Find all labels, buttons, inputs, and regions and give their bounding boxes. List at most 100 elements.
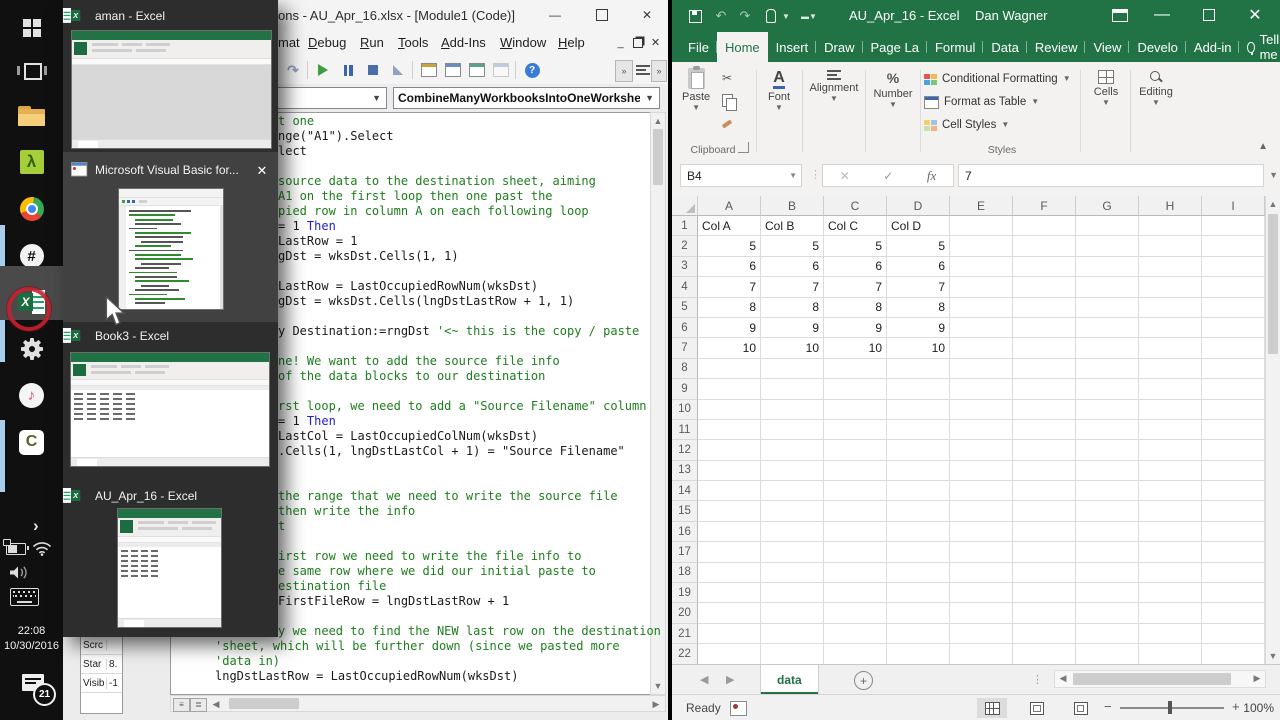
select-all-corner[interactable] (672, 196, 698, 216)
column-header-a[interactable]: A (698, 196, 761, 216)
scroll-down-icon[interactable]: ▼ (651, 681, 665, 691)
cell-F16[interactable] (1013, 521, 1076, 543)
cell-E5[interactable] (950, 297, 1013, 318)
vbe-close-button[interactable]: ✕ (627, 1, 667, 28)
paste-button[interactable]: Paste ▼ (682, 66, 710, 112)
cell-F9[interactable] (1013, 379, 1076, 400)
vbe-vertical-scrollbar[interactable]: ▲ ▼ (650, 112, 666, 695)
cell-F10[interactable] (1013, 399, 1076, 420)
cell-E14[interactable] (950, 481, 1013, 502)
vbe-minimize-button[interactable]: — (535, 1, 575, 28)
tab-review[interactable]: Review (1027, 32, 1086, 62)
cell-C22[interactable] (824, 644, 887, 665)
zoom-out-icon[interactable]: − (1104, 699, 1112, 714)
cell-A4[interactable]: 7 (698, 277, 761, 298)
indent-icon[interactable] (633, 61, 653, 79)
cell-B18[interactable] (761, 562, 824, 584)
window-thumbnail[interactable] (71, 30, 272, 149)
cell-F12[interactable] (1013, 440, 1076, 461)
cell-C9[interactable] (824, 379, 887, 400)
taskbar-icon-start[interactable] (0, 6, 63, 50)
cell-I8[interactable] (1202, 358, 1265, 380)
cell-H22[interactable] (1139, 644, 1202, 665)
cell-C11[interactable] (824, 419, 887, 441)
column-header-e[interactable]: E (950, 196, 1013, 216)
cell-D4[interactable]: 7 (887, 277, 950, 298)
property-row[interactable]: Star 8. (81, 655, 122, 674)
cell-H17[interactable] (1139, 542, 1202, 563)
cell-E9[interactable] (950, 379, 1013, 400)
cell-I16[interactable] (1202, 521, 1265, 543)
design-mode-icon[interactable] (388, 61, 408, 79)
cell-B1[interactable]: Col B (761, 216, 824, 237)
cell-C12[interactable] (824, 440, 887, 461)
conditional-formatting-button[interactable]: Conditional Formatting ▼ (924, 68, 1071, 90)
cell-A15[interactable] (698, 501, 761, 522)
cell-C7[interactable]: 10 (824, 338, 887, 359)
grid-vertical-scrollbar[interactable]: ▲ ▼ (1265, 196, 1280, 664)
expand-formula-bar-icon[interactable]: ▼ (1269, 170, 1278, 180)
cell-B6[interactable]: 9 (761, 317, 824, 339)
tray-volume-icon[interactable] (8, 564, 30, 581)
tab-develo[interactable]: Develo (1129, 32, 1187, 62)
docked-toolbar-overflow-icon[interactable]: » (651, 60, 667, 82)
cell-F13[interactable] (1013, 460, 1076, 482)
cell-B16[interactable] (761, 521, 824, 543)
menu-item-window[interactable]: Window (500, 35, 546, 50)
cell-H11[interactable] (1139, 419, 1202, 441)
cell-F19[interactable] (1013, 583, 1076, 604)
cell-H2[interactable] (1139, 236, 1202, 257)
cell-G7[interactable] (1076, 338, 1139, 359)
cell-B8[interactable] (761, 358, 824, 380)
cell-H13[interactable] (1139, 460, 1202, 482)
cell-B14[interactable] (761, 481, 824, 502)
tab-data[interactable]: Data (983, 32, 1028, 62)
row-header-10[interactable]: 10 (672, 399, 698, 420)
cell-B17[interactable] (761, 542, 824, 563)
cell-H18[interactable] (1139, 562, 1202, 584)
notification-center-button[interactable]: 21 (20, 672, 56, 706)
menu-item-help[interactable]: Help (558, 35, 585, 50)
cell-H19[interactable] (1139, 583, 1202, 604)
cell-E11[interactable] (950, 419, 1013, 441)
cell-H16[interactable] (1139, 521, 1202, 543)
cell-I7[interactable] (1202, 338, 1265, 359)
cell-G14[interactable] (1076, 481, 1139, 502)
tab-file[interactable]: File (680, 32, 717, 62)
cell-E18[interactable] (950, 562, 1013, 584)
row-header-4[interactable]: 4 (672, 277, 698, 298)
cell-A16[interactable] (698, 521, 761, 543)
cell-G6[interactable] (1076, 317, 1139, 339)
cell-F3[interactable] (1013, 256, 1076, 278)
ribbon-display-options-icon[interactable] (1103, 0, 1137, 30)
cell-A1[interactable]: Col A (698, 216, 761, 237)
cell-A8[interactable] (698, 358, 761, 380)
scroll-up-icon[interactable]: ▲ (651, 116, 665, 126)
font-group-button[interactable]: A Font ▼ (760, 70, 798, 112)
cell-G19[interactable] (1076, 583, 1139, 604)
cell-I21[interactable] (1202, 623, 1265, 645)
cell-B15[interactable] (761, 501, 824, 522)
cell-B2[interactable]: 5 (761, 236, 824, 257)
redo-icon[interactable]: ↷ (734, 7, 756, 25)
taskbar-icon-chrome[interactable] (0, 187, 63, 231)
row-header-18[interactable]: 18 (672, 562, 698, 584)
row-header-13[interactable]: 13 (672, 460, 698, 482)
cell-I18[interactable] (1202, 562, 1265, 584)
cell-E20[interactable] (950, 603, 1013, 624)
zoom-slider[interactable] (1120, 707, 1224, 709)
qat-customize-icon[interactable]: ▬▼ (798, 7, 820, 25)
row-header-1[interactable]: 1 (672, 216, 698, 237)
cell-D6[interactable]: 9 (887, 317, 950, 339)
row-header-15[interactable]: 15 (672, 501, 698, 522)
row-header-8[interactable]: 8 (672, 358, 698, 380)
tab-view[interactable]: View (1085, 32, 1130, 62)
cell-H12[interactable] (1139, 440, 1202, 461)
scroll-up-icon[interactable]: ▲ (1266, 199, 1280, 209)
cell-D2[interactable]: 5 (887, 236, 950, 257)
cell-A6[interactable]: 9 (698, 317, 761, 339)
cell-F15[interactable] (1013, 501, 1076, 522)
column-header-f[interactable]: F (1013, 196, 1076, 216)
cell-A21[interactable] (698, 623, 761, 645)
cell-H3[interactable] (1139, 256, 1202, 278)
